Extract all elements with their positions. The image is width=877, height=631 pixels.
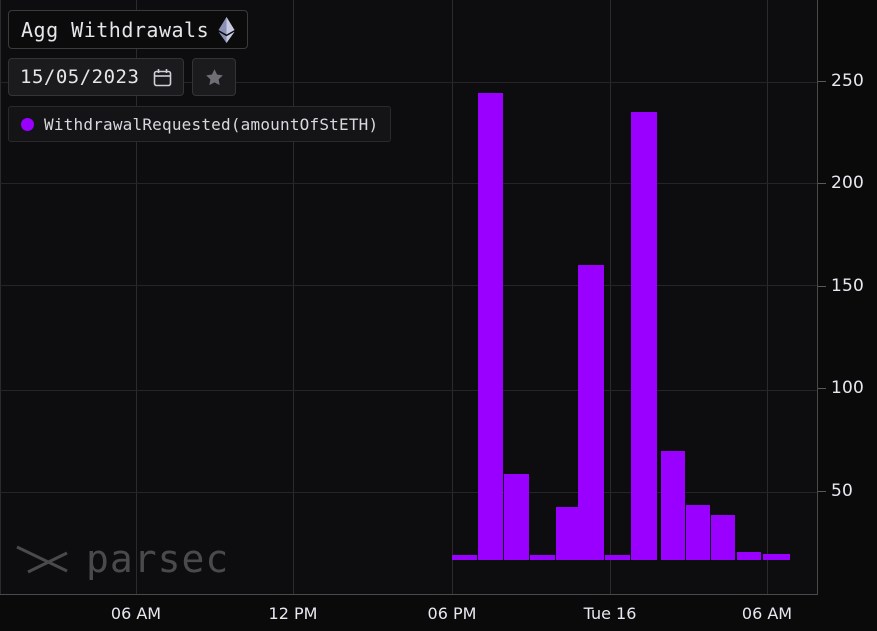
legend-color-swatch (21, 118, 34, 131)
date-input[interactable]: 15/05/2023 (8, 58, 184, 96)
legend-series-label: WithdrawalRequested(amountOfStETH) (44, 115, 378, 134)
horizontal-gridline-1 (0, 183, 818, 184)
vertical-gridline-5 (767, 0, 768, 595)
bar[interactable] (631, 112, 657, 561)
vertical-gridline-0 (0, 0, 1, 595)
date-value: 15/05/2023 (20, 66, 139, 88)
watermark: parsec (14, 537, 229, 581)
y-tick-mark (818, 81, 826, 82)
y-tick-label: 150 (831, 276, 864, 296)
page-title: Agg Withdrawals (21, 18, 209, 42)
y-tick-mark (818, 183, 826, 184)
bar[interactable] (530, 555, 555, 560)
y-tick-mark (818, 491, 826, 492)
bar[interactable] (504, 474, 529, 560)
y-tick-label: 200 (831, 173, 864, 193)
watermark-text: parsec (86, 537, 229, 581)
bar[interactable] (452, 555, 477, 560)
chart-page: parsec 50 100 150 200 250 06 AM 12 PM 06 PM Tue… (0, 0, 877, 631)
chart-title-selector[interactable]: Agg Withdrawals (8, 10, 248, 49)
horizontal-gridline-4 (0, 492, 818, 493)
x-axis: 06 AM 12 PM 06 PM Tue 16 06 AM (0, 595, 818, 631)
bar[interactable] (478, 93, 503, 560)
y-axis: 50 100 150 200 250 (818, 0, 877, 595)
vertical-gridline-3 (452, 0, 453, 595)
y-tick-mark (818, 388, 826, 389)
bar[interactable] (578, 265, 604, 560)
ethereum-icon (218, 17, 235, 43)
vertical-gridline-4 (610, 0, 611, 595)
bar[interactable] (661, 451, 685, 560)
bar[interactable] (605, 555, 630, 560)
bar[interactable] (686, 505, 710, 560)
favorite-button[interactable] (192, 58, 236, 96)
date-controls[interactable]: 15/05/2023 (8, 58, 236, 96)
x-tick-label: Tue 16 (584, 604, 637, 623)
y-tick-label: 100 (831, 378, 864, 398)
vertical-gridline-2 (293, 0, 294, 595)
x-tick-label: 06 AM (111, 604, 161, 623)
star-icon (204, 67, 225, 88)
horizontal-gridline-3 (0, 390, 818, 391)
y-tick-mark (818, 286, 826, 287)
x-tick-label: 12 PM (269, 604, 318, 623)
chart-legend[interactable]: WithdrawalRequested(amountOfStETH) (8, 106, 391, 142)
bar[interactable] (711, 515, 735, 560)
x-tick-label: 06 PM (428, 604, 477, 623)
calendar-icon[interactable] (153, 68, 172, 87)
y-tick-label: 250 (831, 71, 864, 91)
bar[interactable] (763, 554, 790, 560)
parsec-logo-icon (14, 539, 72, 579)
horizontal-gridline-2 (0, 285, 818, 286)
y-tick-label: 50 (831, 481, 853, 501)
bar[interactable] (737, 552, 761, 560)
x-tick-label: 06 AM (742, 604, 792, 623)
